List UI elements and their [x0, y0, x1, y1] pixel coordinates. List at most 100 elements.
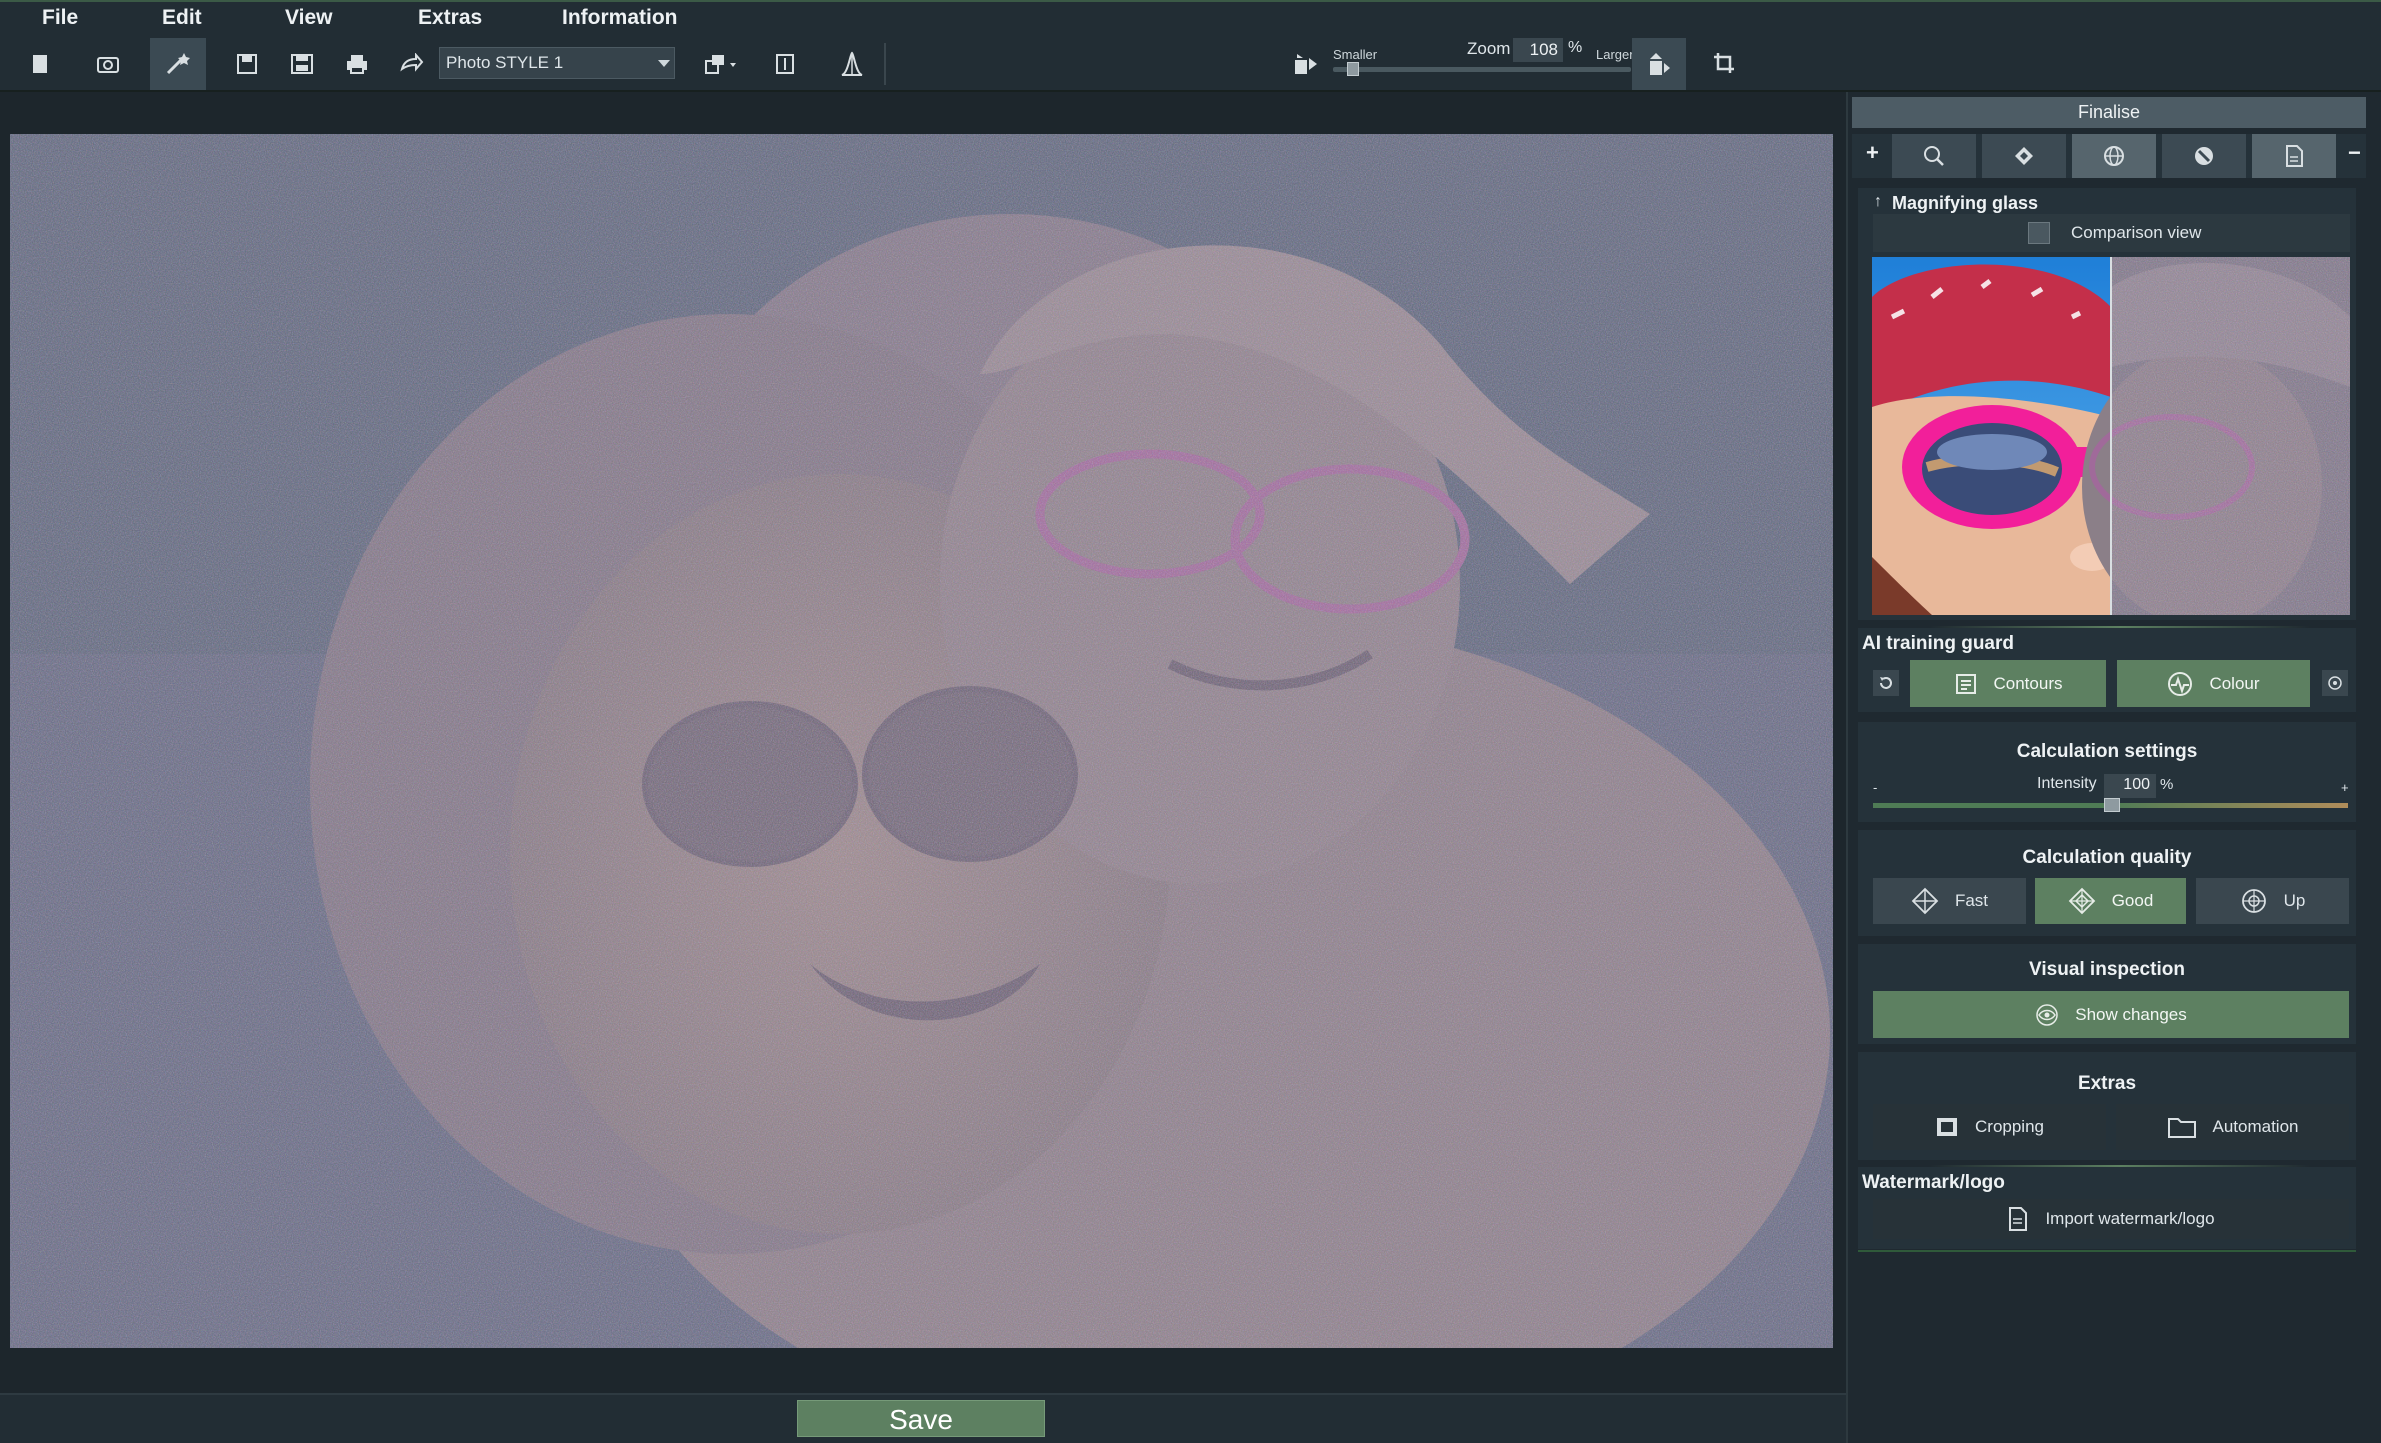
intensity-minus-label: - — [1873, 780, 1878, 795]
zoom-slider[interactable] — [1333, 62, 1631, 76]
chevron-down-icon — [658, 60, 670, 67]
magnifier-title: Magnifying glass — [1892, 193, 2039, 213]
menu-file[interactable]: File — [42, 6, 78, 30]
magnifier-preview[interactable] — [1872, 257, 2350, 615]
quality-up-label: Up — [2283, 891, 2306, 910]
intensity-plus-label: + — [2341, 780, 2349, 795]
target-icon — [2327, 675, 2343, 691]
text-button[interactable] — [762, 41, 808, 87]
zoom-unit: % — [1568, 39, 1583, 56]
histogram-button[interactable] — [829, 41, 875, 87]
zoom-fit-button[interactable] — [1632, 38, 1686, 90]
tab-search[interactable] — [1892, 134, 1976, 178]
import-watermark-label: Import watermark/logo — [2045, 1209, 2215, 1228]
text-icon — [774, 53, 796, 75]
ai-guard-options-button[interactable] — [2322, 670, 2348, 696]
show-changes-button[interactable]: Show changes — [1873, 991, 2349, 1038]
style-select[interactable]: Photo STYLE 1 — [439, 47, 675, 79]
panel-tabs: + − — [1852, 134, 2366, 178]
share-icon — [398, 53, 424, 75]
menu-view[interactable]: View — [285, 6, 332, 30]
colour-icon — [2167, 671, 2193, 697]
tab-brush[interactable] — [2162, 134, 2246, 178]
intensity-label: Intensity — [2037, 775, 2097, 792]
compare-button[interactable] — [1283, 41, 1329, 87]
crop-rotate-icon — [1712, 51, 1738, 77]
brush-icon — [2192, 144, 2216, 168]
colour-label: Colour — [2209, 673, 2260, 693]
eye-icon — [2035, 1003, 2059, 1027]
new-document-button[interactable] — [17, 41, 63, 87]
globe-icon — [2102, 144, 2126, 168]
panel-remove-button[interactable]: − — [2348, 140, 2361, 166]
save-all-button[interactable] — [279, 41, 325, 87]
intensity-value-field[interactable]: 100 — [2104, 774, 2156, 798]
import-watermark-button[interactable]: Import watermark/logo — [1873, 1199, 2349, 1239]
folder-icon — [2167, 1115, 2197, 1139]
quality-up-button[interactable]: Up — [2196, 878, 2349, 924]
zoom-value-field[interactable]: 108 — [1513, 38, 1563, 62]
automation-button[interactable]: Automation — [2116, 1104, 2349, 1150]
batch-button[interactable] — [696, 41, 746, 87]
tab-globe[interactable] — [2072, 134, 2156, 178]
intensity-slider-thumb[interactable] — [2104, 798, 2120, 812]
menu-edit[interactable]: Edit — [162, 6, 202, 30]
comparison-label: Comparison view — [2071, 223, 2202, 242]
document-icon — [2007, 1206, 2029, 1232]
crop-icon — [1935, 1116, 1959, 1138]
menu-information[interactable]: Information — [562, 6, 678, 30]
automation-label: Automation — [2212, 1117, 2299, 1136]
section-divider — [1858, 1250, 2356, 1252]
ai-guard-reset-button[interactable] — [1873, 670, 1899, 696]
diamond-grid-icon — [2068, 887, 2096, 915]
zoom-smaller-label: Smaller — [1333, 47, 1378, 62]
quality-fast-label: Fast — [1954, 891, 1989, 910]
quality-good-button[interactable]: Good — [2035, 878, 2186, 924]
contours-label: Contours — [1993, 673, 2063, 693]
zoom-slider-thumb[interactable] — [1347, 62, 1359, 76]
colour-button[interactable]: Colour — [2117, 660, 2310, 707]
panel-header: Finalise — [1852, 97, 2366, 128]
style-select-value: Photo STYLE 1 — [446, 53, 564, 72]
app-window: File Edit View Extras Information Photo … — [0, 0, 2381, 1443]
visual-inspection-title: Visual inspection — [2029, 959, 2185, 980]
tab-diamond[interactable] — [1982, 134, 2066, 178]
batch-icon — [704, 53, 738, 75]
diamond-icon — [2013, 145, 2035, 167]
menu-bar: File Edit View Extras Information — [0, 0, 2381, 37]
ai-guard-title: AI training guard — [1862, 633, 2014, 654]
toolbar: Photo STYLE 1 Smaller Zoom 108 % Larger — [0, 37, 2381, 92]
toolbar-divider — [884, 43, 886, 85]
save-toolbar-button[interactable] — [224, 41, 270, 87]
document-icon — [2283, 144, 2305, 168]
save-icon — [236, 53, 258, 75]
radial-icon — [2240, 887, 2268, 915]
panel-add-button[interactable]: + — [1866, 140, 1879, 166]
save-button[interactable]: Save — [797, 1400, 1045, 1437]
magic-wand-button[interactable] — [150, 38, 206, 90]
watermark-title: Watermark/logo — [1862, 1172, 2005, 1193]
quality-fast-button[interactable]: Fast — [1873, 878, 2026, 924]
intensity-unit: % — [2160, 776, 2174, 793]
camera-button[interactable] — [85, 41, 131, 87]
refresh-icon — [1878, 675, 1894, 691]
contours-button[interactable]: Contours — [1910, 660, 2106, 707]
collapse-arrow-icon[interactable]: ↑ — [1874, 193, 1882, 211]
menu-extras[interactable]: Extras — [418, 6, 482, 30]
tab-document[interactable] — [2252, 134, 2336, 178]
comparison-checkbox[interactable] — [2028, 222, 2050, 244]
magnifier-preview-image — [1872, 257, 2350, 615]
show-changes-label: Show changes — [2075, 1004, 2187, 1024]
cropping-button[interactable]: Cropping — [1873, 1104, 2106, 1150]
share-button[interactable] — [388, 41, 434, 87]
zoom-fit-icon — [1646, 51, 1672, 77]
magic-wand-icon — [164, 51, 192, 77]
crop-rotate-button[interactable] — [1702, 41, 1748, 87]
print-button[interactable] — [334, 41, 380, 87]
noisy-portrait-image — [10, 134, 1833, 1348]
compare-icon — [1293, 52, 1319, 76]
quality-good-label: Good — [2111, 891, 2154, 910]
crosshair-icon — [1911, 887, 1939, 915]
main-photo[interactable] — [10, 134, 1833, 1348]
extras-title: Extras — [2077, 1073, 2137, 1094]
